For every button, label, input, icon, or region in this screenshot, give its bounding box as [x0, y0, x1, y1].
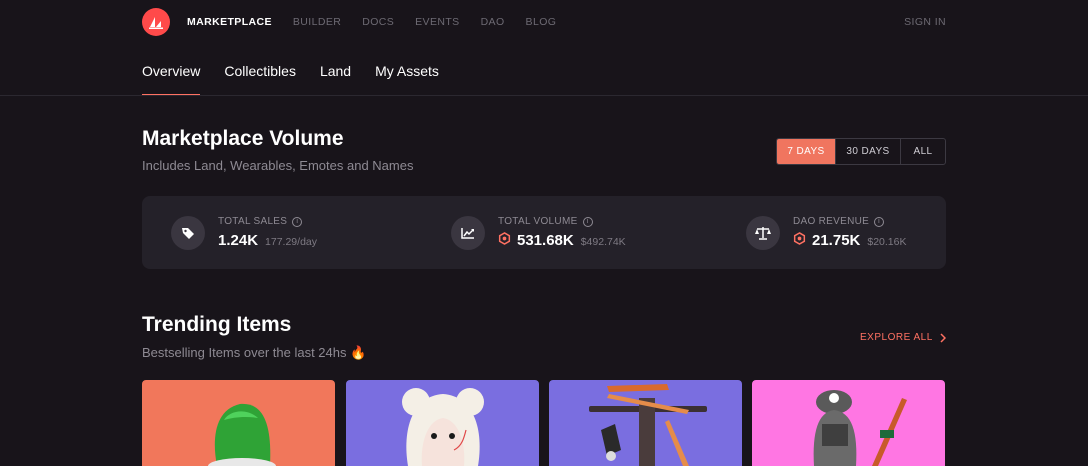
info-icon[interactable]: i — [874, 216, 885, 227]
white-hair-avatar-image — [402, 388, 484, 466]
info-icon[interactable]: i — [292, 216, 303, 227]
total-volume-label: TOTAL VOLUME — [498, 216, 578, 227]
tag-icon — [171, 215, 205, 250]
chevron-right-icon — [940, 332, 946, 343]
trend-chart-icon — [451, 215, 485, 250]
soldier-avatar-image — [813, 390, 907, 466]
dao-revenue-usd: $20.16K — [867, 236, 907, 248]
nav-dao[interactable]: DAO — [481, 16, 505, 28]
stat-total-sales: TOTAL SALES i 1.24K 177.29/day — [171, 196, 317, 269]
trending-item-card[interactable] — [142, 380, 335, 466]
mana-icon — [498, 232, 511, 245]
explore-all-label: EXPLORE ALL — [860, 332, 933, 343]
volume-subtitle: Includes Land, Wearables, Emotes and Nam… — [142, 158, 414, 173]
tab-overview[interactable]: Overview — [142, 63, 201, 96]
nav-docs[interactable]: DOCS — [362, 16, 394, 28]
trending-subtitle: Bestselling Items over the last 24hs 🔥 — [142, 345, 367, 360]
nav-blog[interactable]: BLOG — [526, 16, 557, 28]
sign-in-link[interactable]: SIGN IN — [904, 16, 946, 28]
total-sales-label: TOTAL SALES — [218, 216, 288, 227]
dao-revenue-value: 21.75K — [812, 232, 861, 249]
dao-revenue-label: DAO REVENUE — [793, 216, 870, 227]
sales-per-day: 177.29/day — [265, 236, 317, 248]
total-volume-value: 531.68K — [517, 232, 574, 249]
tab-land[interactable]: Land — [320, 63, 351, 96]
stat-label: TOTAL SALES i — [218, 216, 317, 227]
subnav-divider — [0, 95, 1088, 96]
trending-item-card[interactable] — [346, 380, 539, 466]
decentraland-logo-icon[interactable] — [142, 8, 170, 36]
range-30-days-button[interactable]: 30 DAYS — [836, 139, 901, 164]
volume-stats-panel: TOTAL SALES i 1.24K 177.29/day TOTAL VOL… — [142, 196, 946, 269]
trending-title: Trending Items — [142, 313, 292, 336]
total-sales-value: 1.24K — [218, 232, 259, 249]
total-volume-usd: $492.74K — [580, 236, 626, 248]
explore-all-link[interactable]: EXPLORE ALL — [860, 332, 946, 343]
trending-item-card[interactable] — [752, 380, 945, 466]
green-hat-image — [208, 403, 276, 466]
time-range-selector: 7 DAYS 30 DAYS ALL — [776, 138, 946, 165]
mana-icon — [793, 232, 806, 245]
nav-builder[interactable]: BUILDER — [293, 16, 341, 28]
tab-collectibles[interactable]: Collectibles — [224, 63, 296, 96]
info-icon[interactable]: i — [582, 216, 593, 227]
sub-navbar: Overview Collectibles Land My Assets — [142, 63, 463, 96]
nav-events[interactable]: EVENTS — [415, 16, 459, 28]
trending-item-card[interactable] — [549, 380, 742, 466]
volume-title: Marketplace Volume — [142, 127, 344, 150]
stat-total-volume: TOTAL VOLUME i 531.68K $492.74K — [451, 196, 626, 269]
tab-my-assets[interactable]: My Assets — [375, 63, 439, 96]
nav-marketplace[interactable]: MARKETPLACE — [187, 16, 272, 28]
scale-icon — [746, 215, 780, 250]
stat-dao-revenue: DAO REVENUE i 21.75K $20.16K — [746, 196, 907, 269]
weapons-rack-image — [589, 384, 707, 466]
range-all-button[interactable]: ALL — [901, 139, 945, 164]
top-navbar: MARKETPLACE BUILDER DOCS EVENTS DAO BLOG… — [142, 6, 946, 38]
range-7-days-button[interactable]: 7 DAYS — [777, 139, 836, 164]
